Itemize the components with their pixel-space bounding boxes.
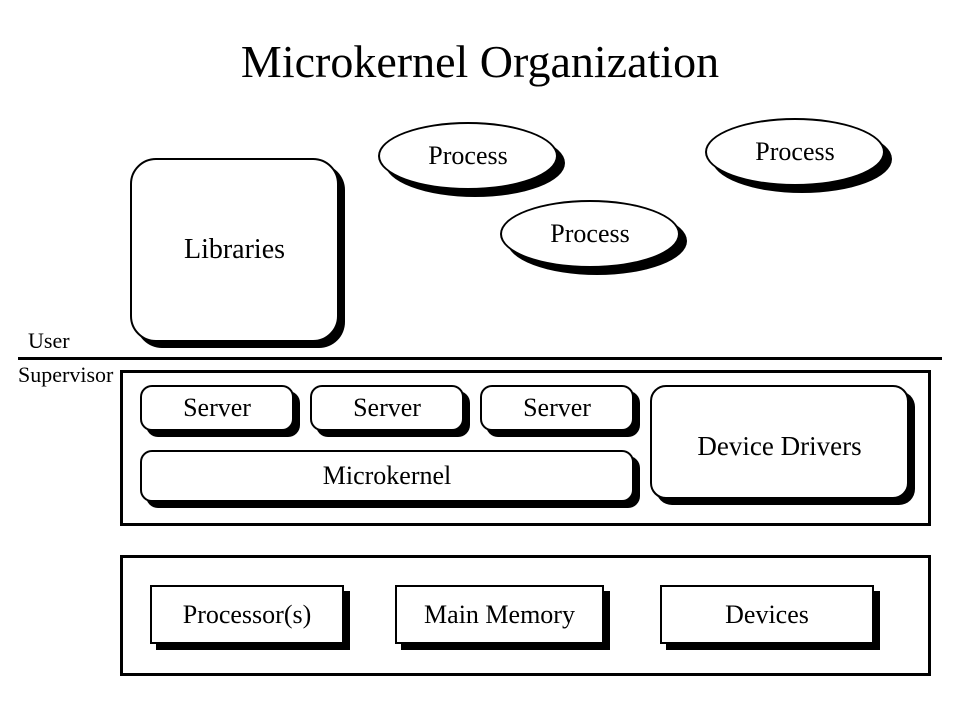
diagram-title: Microkernel Organization xyxy=(0,35,960,88)
process-2-label: Process xyxy=(500,200,680,268)
device-drivers-label: Device Drivers xyxy=(697,431,861,462)
mode-divider xyxy=(18,357,942,360)
server-3: Server xyxy=(480,385,634,431)
server-1: Server xyxy=(140,385,294,431)
process-3-label: Process xyxy=(705,118,885,186)
process-3: Process xyxy=(705,118,885,186)
device-drivers-box: Device Drivers xyxy=(650,385,909,499)
processor-box: Processor(s) xyxy=(150,585,344,644)
process-1: Process xyxy=(378,122,558,190)
microkernel-box: Microkernel xyxy=(140,450,634,502)
libraries-box: Libraries xyxy=(130,158,339,342)
server-2: Server xyxy=(310,385,464,431)
devices-box: Devices xyxy=(660,585,874,644)
process-2: Process xyxy=(500,200,680,268)
supervisor-label: Supervisor xyxy=(18,362,113,388)
user-label: User xyxy=(28,328,70,354)
process-1-label: Process xyxy=(378,122,558,190)
main-memory-box: Main Memory xyxy=(395,585,604,644)
